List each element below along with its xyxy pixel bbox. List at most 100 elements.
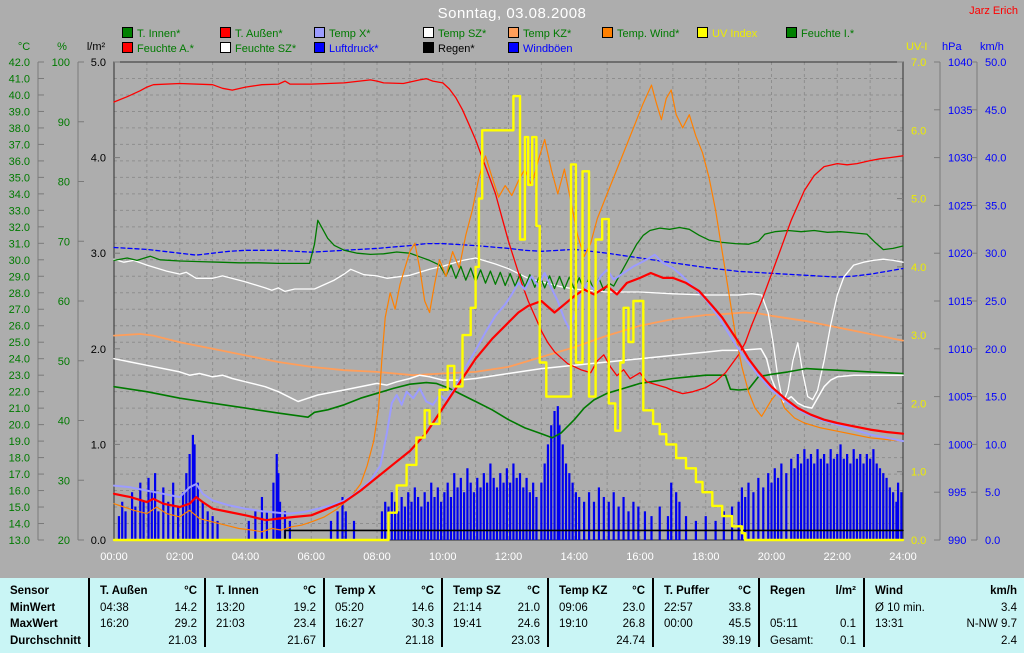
table-row: MaxWert bbox=[0, 616, 88, 633]
axis-tick-label: 1.0 bbox=[91, 439, 106, 451]
table-column-regen: Regen l/m² 05:11 0.1 Gesamt: 0.1 bbox=[758, 578, 863, 647]
axis-tick-label: 30.0 bbox=[985, 248, 1006, 260]
axis-tick-label: 10.0 bbox=[985, 439, 1006, 451]
table-cell: 09:06 bbox=[559, 601, 588, 614]
table-cell: 05:20 bbox=[335, 601, 364, 614]
axis-tick-label: 5.0 bbox=[91, 57, 106, 69]
axis-tick-label: 3.0 bbox=[911, 330, 926, 342]
table-row: Gesamt: 0.1 bbox=[760, 633, 863, 650]
table-cell: 21.0 bbox=[517, 601, 540, 614]
axis-header: % bbox=[57, 41, 67, 53]
table-cell: MinWert bbox=[10, 601, 56, 614]
axis-tick-label: 7.0 bbox=[911, 57, 926, 69]
table-cell: T. Außen bbox=[100, 585, 148, 597]
axis-tick-label: 42.0 bbox=[9, 57, 30, 69]
axis-tick-label: 2.0 bbox=[91, 344, 106, 356]
table-row: Temp SZ °C bbox=[443, 583, 547, 600]
table-row: 09:06 23.0 bbox=[549, 600, 652, 617]
table-row: 39.19 bbox=[654, 633, 758, 650]
axis-tick-label: 32.0 bbox=[9, 222, 30, 234]
axis-tick-label: 40.0 bbox=[985, 153, 1006, 165]
axis-tick-label: 36.0 bbox=[9, 156, 30, 168]
axis-tick-label: 23.0 bbox=[9, 370, 30, 382]
table-cell: °C bbox=[184, 585, 197, 597]
table-column-wind: Wind km/h Ø 10 min. 3.4 13:31 N-NW 9.7 2.4 bbox=[863, 578, 1024, 647]
table-cell: 21:14 bbox=[453, 601, 482, 614]
axis-header: km/h bbox=[980, 41, 1004, 53]
table-row: 04:38 14.2 bbox=[90, 600, 204, 617]
axis-tick-label: 2.0 bbox=[911, 398, 926, 410]
table-cell: 29.2 bbox=[174, 618, 197, 630]
table-row: Wind km/h bbox=[865, 583, 1024, 600]
axis-tick-label: 25.0 bbox=[985, 296, 1006, 308]
table-row: T. Außen °C bbox=[90, 583, 204, 600]
table-cell: 19.2 bbox=[293, 601, 316, 614]
axis-tick-label: 4.0 bbox=[911, 262, 926, 274]
table-cell: 13:31 bbox=[875, 618, 904, 630]
axis-tick-label: 17.0 bbox=[9, 469, 30, 481]
table-cell: 2.4 bbox=[1001, 634, 1017, 647]
x-axis-label: 12:00 bbox=[495, 551, 523, 563]
axis-tick-label: 39.0 bbox=[9, 106, 30, 118]
axis-tick-label: 1005 bbox=[948, 392, 972, 404]
table-cell: 0.1 bbox=[840, 634, 856, 647]
table-row: T. Puffer °C bbox=[654, 583, 758, 600]
table-cell: 21.18 bbox=[405, 634, 434, 647]
axis-tick-label: 19.0 bbox=[9, 436, 30, 448]
table-cell: T. Innen bbox=[216, 585, 259, 597]
table-row: 21.18 bbox=[325, 633, 441, 650]
axis-tick-label: 38.0 bbox=[9, 123, 30, 135]
table-cell: Temp X bbox=[335, 585, 376, 597]
table-cell: Temp KZ bbox=[559, 585, 608, 597]
table-row: 21:03 23.4 bbox=[206, 616, 323, 633]
x-axis-label: 22:00 bbox=[823, 551, 851, 563]
table-cell: Gesamt: bbox=[770, 634, 814, 647]
table-column-temp-kz: Temp KZ °C 09:06 23.0 19:10 26.8 24.74 bbox=[547, 578, 652, 647]
axis-tick-label: 14.0 bbox=[9, 519, 30, 531]
table-row: 19:41 24.6 bbox=[443, 616, 547, 633]
x-axis-label: 16:00 bbox=[626, 551, 654, 563]
axis-tick-label: 995 bbox=[948, 487, 966, 499]
axis-tick-label: 70 bbox=[58, 236, 70, 248]
axis-tick-label: 1040 bbox=[948, 57, 972, 69]
axis-tick-label: 18.0 bbox=[9, 453, 30, 465]
table-cell: 19:41 bbox=[453, 618, 482, 630]
table-cell: 13:20 bbox=[216, 601, 245, 614]
x-axis-label: 24:00 bbox=[889, 551, 917, 563]
x-axis-label: 04:00 bbox=[232, 551, 260, 563]
table-cell: 19:10 bbox=[559, 618, 588, 630]
table-cell: T. Puffer bbox=[664, 585, 710, 597]
table-row: Sensor bbox=[0, 583, 88, 600]
stats-table: Sensor MinWert MaxWert Durchschnitt T. Außen… bbox=[0, 578, 1024, 653]
table-row: 2.4 bbox=[865, 633, 1024, 650]
table-cell: 04:38 bbox=[100, 601, 129, 614]
axis-tick-label: 0.0 bbox=[91, 535, 106, 547]
axis-tick-label: 1035 bbox=[948, 105, 972, 117]
x-axis-label: 02:00 bbox=[166, 551, 194, 563]
axis-tick-label: 50.0 bbox=[985, 57, 1006, 69]
axis-tick-label: 20.0 bbox=[985, 344, 1006, 356]
table-label-column: Sensor MinWert MaxWert Durchschnitt bbox=[0, 578, 88, 647]
table-cell: °C bbox=[527, 585, 540, 597]
axis-tick-label: 35.0 bbox=[9, 172, 30, 184]
table-row: 13:20 19.2 bbox=[206, 600, 323, 617]
table-cell: 24.6 bbox=[517, 618, 540, 630]
axis-tick-label: 4.0 bbox=[91, 153, 106, 165]
table-row: 00:00 45.5 bbox=[654, 616, 758, 633]
table-cell: l/m² bbox=[835, 585, 856, 597]
axis-tick-label: 40.0 bbox=[9, 90, 30, 102]
table-cell: 21.67 bbox=[287, 634, 316, 647]
axis-tick-label: 1020 bbox=[948, 248, 972, 260]
axis-tick-label: 40 bbox=[58, 416, 70, 428]
table-cell: 05:11 bbox=[770, 618, 798, 630]
weather-chart: °C 13.0 14.0 15.0 16.0 17.0 18.0 19.0 20.0 21.0 22… bbox=[9, 41, 1007, 563]
table-row: 23.03 bbox=[443, 633, 547, 650]
table-row: Temp X °C bbox=[325, 583, 441, 600]
table-cell: km/h bbox=[990, 585, 1017, 597]
table-cell: °C bbox=[738, 585, 751, 597]
table-row: 05:20 14.6 bbox=[325, 600, 441, 617]
table-row: 21.03 bbox=[90, 633, 204, 650]
table-cell: 0.1 bbox=[840, 618, 856, 630]
table-cell: MaxWert bbox=[10, 618, 58, 630]
table-cell: Ø 10 min. bbox=[875, 601, 925, 614]
